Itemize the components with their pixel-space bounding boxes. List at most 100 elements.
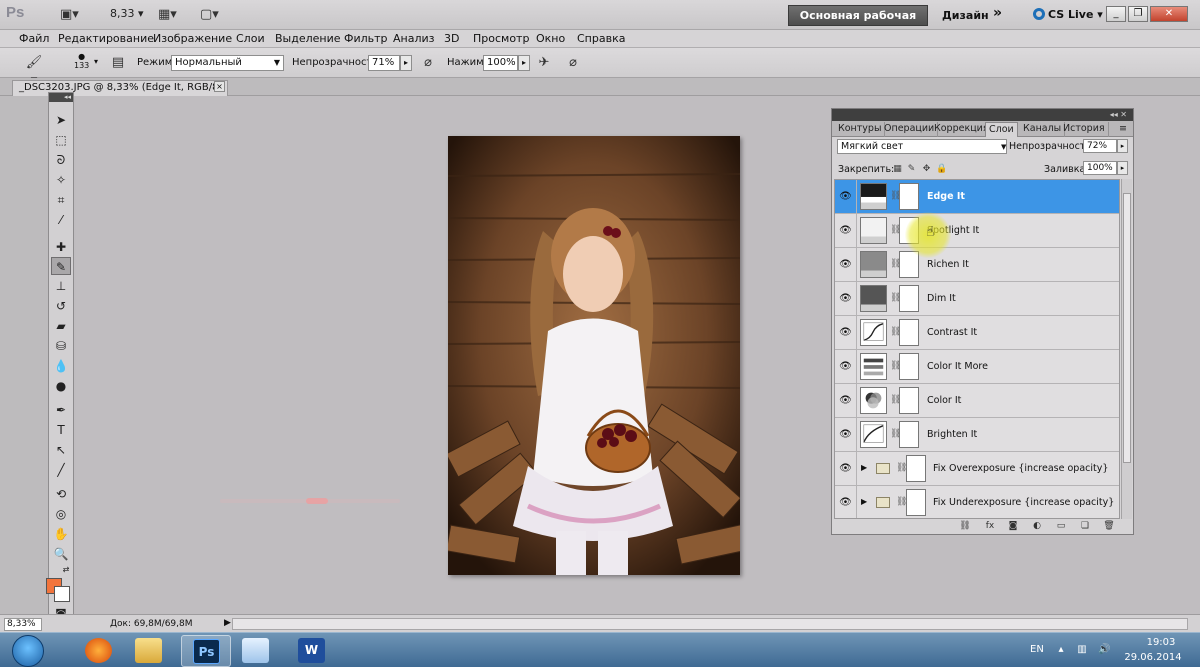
tablet-opacity-pressure-icon[interactable]: ⌀ <box>418 54 438 72</box>
3d-rotate-tool-icon[interactable]: ⟲ <box>51 485 71 503</box>
lasso-tool-icon[interactable]: ᘐ <box>51 151 71 169</box>
lock-all-icon[interactable]: 🔒 <box>936 164 947 175</box>
marquee-tool-icon[interactable]: ⬚ <box>51 131 71 149</box>
visibility-eye-icon[interactable]: 👁 <box>839 361 852 372</box>
visibility-eye-icon[interactable]: 👁 <box>839 463 852 474</box>
tab-layers[interactable]: Слои <box>985 122 1018 137</box>
layer-group-name[interactable]: Fix Overexposure {increase opacity} <box>933 463 1108 474</box>
new-adjustment-layer-icon[interactable]: ◐ <box>1030 521 1044 532</box>
taskbar-explorer[interactable] <box>124 635 174 667</box>
flow-input[interactable]: 100% <box>483 55 518 71</box>
zoom-level-menu[interactable]: 8,33 ▾ <box>110 7 144 20</box>
clock-date[interactable]: 29.06.2014 <box>1123 652 1183 663</box>
minimize-button[interactable]: _ <box>1106 6 1126 22</box>
layer-group-fix-overexposure[interactable]: 👁 ▶ ⛓ Fix Overexposure {increase opacity… <box>835 452 1119 486</box>
menu-window[interactable]: Окно <box>536 32 565 45</box>
tablet-size-pressure-icon[interactable]: ⌀ <box>563 54 583 72</box>
brush-tool-preset-icon[interactable]: 🖌▾ <box>24 54 44 88</box>
layer-name[interactable]: Richen It <box>927 259 969 270</box>
menu-analysis[interactable]: Анализ <box>393 32 435 45</box>
horizontal-scrollbar[interactable] <box>232 618 1188 630</box>
expand-group-icon[interactable]: ▶ <box>861 463 867 472</box>
path-selection-tool-icon[interactable]: ↖ <box>51 441 71 459</box>
brush-tool-icon[interactable]: ✎ <box>51 257 71 275</box>
view-extras-icon[interactable]: ▦▾ <box>158 6 177 24</box>
taskbar-word[interactable]: W <box>287 635 337 667</box>
menu-edit[interactable]: Редактирование <box>58 32 154 45</box>
crop-tool-icon[interactable]: ⌗ <box>51 191 71 209</box>
lock-pixels-icon[interactable]: ✎ <box>906 164 917 175</box>
zoom-status-field[interactable]: 8,33% <box>4 618 42 631</box>
eyedropper-tool-icon[interactable]: ⁄ <box>51 211 71 229</box>
menu-filter[interactable]: Фильтр <box>344 32 388 45</box>
opacity-slider-toggle[interactable]: ▸ <box>400 55 412 71</box>
scrollbar-thumb[interactable] <box>1123 193 1131 463</box>
tab-channels[interactable]: Каналы <box>1020 122 1066 137</box>
layer-mask-thumbnail[interactable] <box>906 455 926 482</box>
move-tool-icon[interactable]: ➤ <box>51 111 71 129</box>
layer-name[interactable]: Dim It <box>927 293 956 304</box>
link-layers-icon[interactable]: ⛓ <box>958 521 972 532</box>
input-language-indicator[interactable]: EN <box>1030 644 1044 655</box>
quick-selection-tool-icon[interactable]: ✧ <box>51 171 71 189</box>
layer-mask-thumbnail[interactable] <box>899 421 919 448</box>
layer-row-richen-it[interactable]: 👁 ⛓ Richen It <box>835 248 1119 282</box>
layer-opacity-input[interactable]: 72% <box>1083 139 1117 153</box>
paint-bucket-tool-icon[interactable]: ⛁ <box>51 337 71 355</box>
flow-slider-toggle[interactable]: ▸ <box>518 55 530 71</box>
visibility-eye-icon[interactable]: 👁 <box>839 497 852 508</box>
menu-select[interactable]: Выделение <box>275 32 341 45</box>
eraser-tool-icon[interactable]: ▰ <box>51 317 71 335</box>
delete-layer-icon[interactable]: 🗑 <box>1102 521 1116 532</box>
expand-group-icon[interactable]: ▶ <box>861 497 867 506</box>
swap-colors-icon[interactable]: ⇄ <box>61 561 71 579</box>
type-tool-icon[interactable]: T <box>51 421 71 439</box>
layer-mask-thumbnail[interactable] <box>899 183 919 210</box>
clone-stamp-tool-icon[interactable]: ⊥ <box>51 277 71 295</box>
visibility-eye-icon[interactable]: 👁 <box>839 327 852 338</box>
close-window-button[interactable]: ✕ <box>1150 6 1188 22</box>
brush-size-picker[interactable]: ● 133 <box>74 52 89 70</box>
layer-row-edge-it[interactable]: 👁 ⛓ Edge It <box>835 180 1119 214</box>
workspace-design-button[interactable]: Дизайн <box>942 9 989 22</box>
menu-help[interactable]: Справка <box>577 32 625 45</box>
more-workspaces-button[interactable]: » <box>993 5 1002 21</box>
visibility-eye-icon[interactable]: 👁 <box>839 395 852 406</box>
layer-mask-thumbnail[interactable] <box>899 319 919 346</box>
add-mask-icon[interactable]: ◙ <box>1006 521 1020 532</box>
layer-row-color-it[interactable]: 👁 ⛓ Color It <box>835 384 1119 418</box>
tray-network-icon[interactable]: ▥ <box>1076 644 1088 655</box>
visibility-eye-icon[interactable]: 👁 <box>839 191 852 202</box>
workspace-essentials-button[interactable]: Основная рабочая среда <box>788 5 928 41</box>
layer-name[interactable]: Brighten It <box>927 429 977 440</box>
tray-expand-icon[interactable]: ▴ <box>1055 644 1067 655</box>
menu-layers[interactable]: Слои <box>236 32 265 45</box>
document-photo[interactable] <box>448 136 740 575</box>
taskbar-firefox[interactable] <box>74 635 124 667</box>
visibility-eye-icon[interactable]: 👁 <box>839 259 852 270</box>
screen-mode-icon[interactable]: ▢▾ <box>200 6 219 24</box>
status-menu-arrow-icon[interactable]: ▶ <box>224 618 231 628</box>
cs-live-menu[interactable]: CS Live ▾ <box>1033 8 1103 21</box>
new-group-icon[interactable]: ▭ <box>1054 521 1068 532</box>
layer-blend-mode-select[interactable]: Мягкий свет ▼ <box>837 139 1007 154</box>
blend-mode-select[interactable]: Нормальный ▼ <box>171 55 284 71</box>
menu-view[interactable]: Просмотр <box>473 32 529 45</box>
layer-name[interactable]: Color It More <box>927 361 988 372</box>
clock-time[interactable]: 19:03 <box>1136 637 1186 648</box>
layer-opacity-slider-toggle[interactable]: ▸ <box>1117 139 1128 153</box>
layer-group-name[interactable]: Fix Underexposure {increase opacity} <box>933 497 1114 508</box>
layer-name[interactable]: Edge It <box>927 191 965 202</box>
layer-row-dim-it[interactable]: 👁 ⛓ Dim It <box>835 282 1119 316</box>
tab-actions[interactable]: Операции <box>881 122 939 137</box>
dodge-tool-icon[interactable]: ● <box>51 377 71 395</box>
menu-file[interactable]: Файл <box>19 32 49 45</box>
visibility-eye-icon[interactable]: 👁 <box>839 225 852 236</box>
layer-name[interactable]: Contrast It <box>927 327 977 338</box>
layer-row-spotlight-it[interactable]: 👁 ⛓ Spotlight It <box>835 214 1119 248</box>
panel-header-collapse-icon[interactable]: ◂◂ ✕ <box>832 109 1133 121</box>
layer-mask-thumbnail[interactable] <box>899 387 919 414</box>
layer-mask-thumbnail[interactable] <box>899 285 919 312</box>
restore-button[interactable]: ❐ <box>1128 6 1148 22</box>
layer-row-brighten-it[interactable]: 👁 ⛓ Brighten It <box>835 418 1119 452</box>
